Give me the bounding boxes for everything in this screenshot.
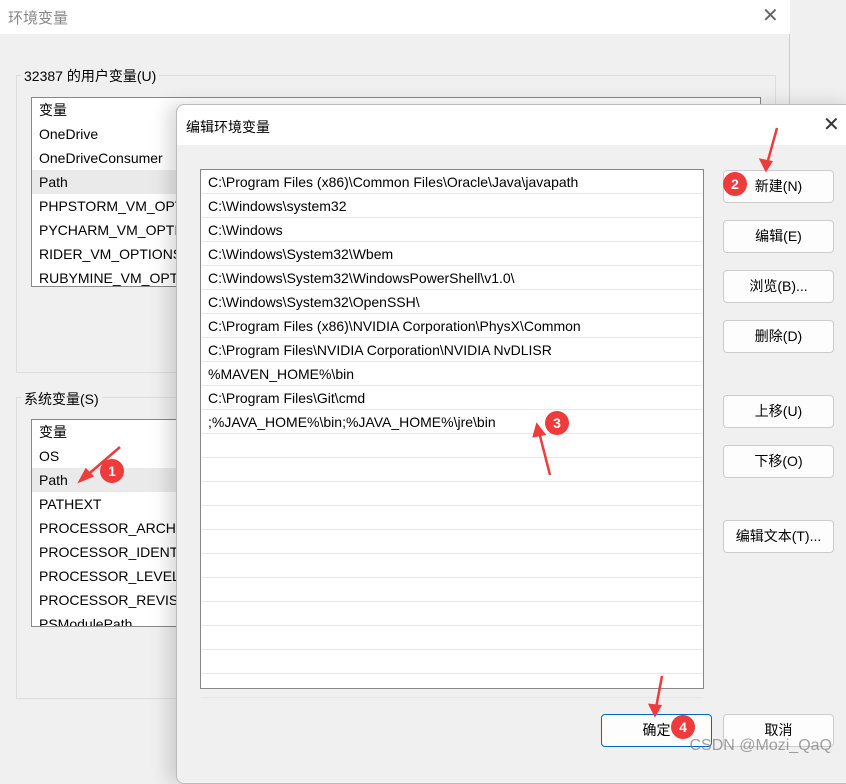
step-number: 3 [553, 415, 561, 431]
step-number: 1 [108, 463, 116, 479]
watermark: CSDN @Mozi_QaQ [689, 737, 833, 754]
step-number: 2 [731, 176, 739, 192]
arrow-head-icon [758, 158, 774, 173]
annotation-arrow [765, 127, 779, 165]
step-number: 4 [679, 719, 687, 735]
arrow-head-icon [647, 703, 663, 718]
arrow-head-icon [532, 422, 547, 438]
annotation-arrow [537, 431, 552, 476]
annotation-overlay: 1 2 3 4 [77, 127, 779, 739]
annotation-arrow [654, 675, 664, 709]
